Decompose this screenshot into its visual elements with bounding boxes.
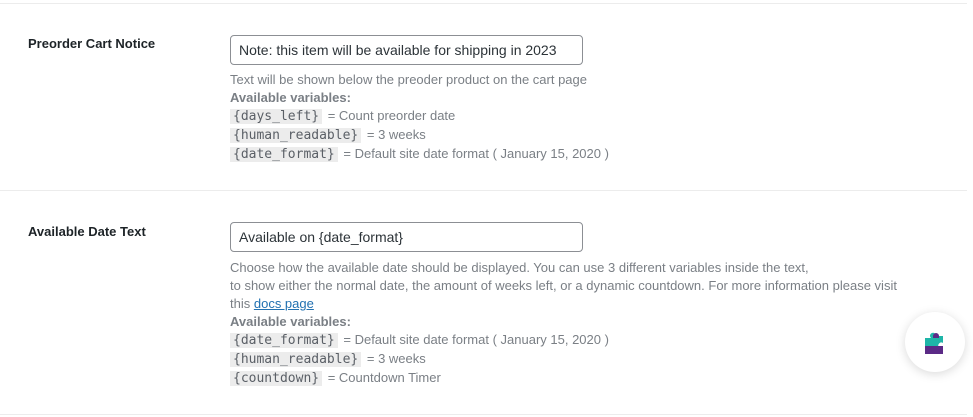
available-date-text-description: Choose how the available date should be …: [230, 259, 950, 388]
variable-code: {date_format}: [230, 333, 338, 348]
variable-code: {days_left}: [230, 109, 323, 124]
puzzle-piece-icon: [925, 332, 943, 354]
docs-page-link[interactable]: docs page: [254, 296, 314, 311]
variable-desc: = Default site date format ( January 15,…: [343, 146, 609, 161]
preorder-cart-notice-input[interactable]: [230, 35, 583, 65]
description-line: this docs page: [230, 295, 950, 313]
description-line: Choose how the available date should be …: [230, 260, 809, 275]
variable-item: {date_format} = Default site date format…: [230, 331, 950, 350]
variable-item: {human_readable} = 3 weeks: [230, 126, 950, 145]
variable-code: {human_readable}: [230, 352, 362, 367]
variable-desc: = 3 weeks: [366, 351, 426, 366]
section-divider: [0, 3, 967, 4]
section-divider: [0, 190, 967, 191]
help-widget-button[interactable]: [905, 312, 965, 372]
variable-item: {human_readable} = 3 weeks: [230, 350, 950, 369]
available-date-text-label: Available Date Text: [28, 224, 146, 239]
variable-item: {days_left} = Count preorder date: [230, 107, 950, 126]
variable-item: {countdown} = Countdown Timer: [230, 369, 950, 388]
variable-code: {countdown}: [230, 371, 323, 386]
variables-heading: Available variables:: [230, 90, 351, 105]
variable-desc: = 3 weeks: [366, 127, 426, 142]
preorder-cart-notice-description: Text will be shown below the preoder pro…: [230, 71, 950, 164]
variable-item: {date_format} = Default site date format…: [230, 145, 950, 164]
description-text: Text will be shown below the preoder pro…: [230, 72, 587, 87]
variable-desc: = Count preorder date: [327, 108, 456, 123]
settings-page: Preorder Cart Notice Text will be shown …: [0, 0, 973, 417]
description-prefix: this: [230, 296, 251, 311]
variable-code: {human_readable}: [230, 128, 362, 143]
preorder-cart-notice-label: Preorder Cart Notice: [28, 36, 156, 51]
description-line: to show either the normal date, the amou…: [230, 278, 897, 293]
variable-desc: = Default site date format ( January 15,…: [343, 332, 609, 347]
variables-heading: Available variables:: [230, 314, 351, 329]
available-date-text-input[interactable]: [230, 222, 583, 252]
variable-desc: = Countdown Timer: [327, 370, 441, 385]
section-divider: [0, 414, 967, 415]
variable-code: {date_format}: [230, 147, 338, 162]
